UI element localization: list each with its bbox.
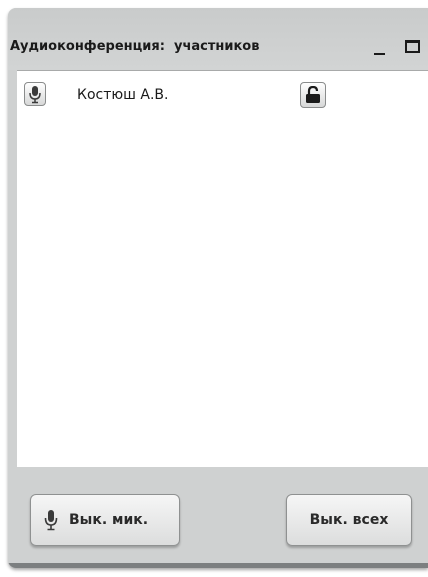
maximize-button[interactable] — [405, 40, 420, 53]
mute-mic-button[interactable]: Вык. мик. — [30, 494, 180, 546]
microphone-icon — [29, 86, 41, 104]
participant-mic-button[interactable] — [24, 82, 46, 106]
participant-list: Костюш А.В. — [17, 70, 428, 467]
participant-lock-button[interactable] — [300, 82, 326, 108]
mute-all-label: Вык. всех — [309, 512, 389, 528]
microphone-icon — [44, 510, 58, 531]
minimize-button[interactable] — [373, 38, 387, 56]
unlocked-padlock-icon — [306, 86, 320, 103]
mute-mic-label: Вык. мик. — [69, 512, 149, 528]
audio-conference-panel: Аудиоконференция: участников Костюш А.В. — [8, 8, 428, 568]
minimize-icon — [374, 53, 385, 55]
maximize-icon — [405, 40, 420, 53]
title-bar: Аудиоконференция: участников — [8, 8, 428, 70]
participant-name: Костюш А.В. — [77, 87, 169, 103]
mute-all-button[interactable]: Вык. всех — [286, 494, 412, 546]
window-title: Аудиоконференция: участников — [10, 39, 260, 54]
participant-row: Костюш А.В. — [17, 71, 428, 111]
